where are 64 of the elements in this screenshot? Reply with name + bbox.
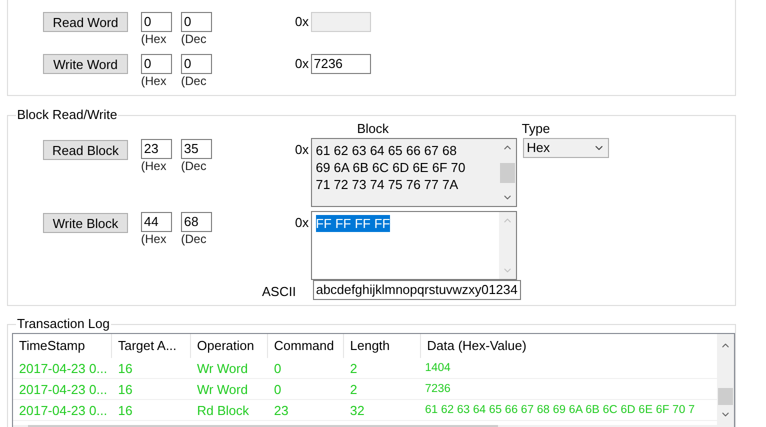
dec-label: (Dec (181, 232, 206, 246)
hex-prefix-label: 0x (295, 143, 309, 157)
dec-label: (Dec (181, 159, 206, 173)
table-cell-text: 16 (117, 402, 134, 420)
table-cell-text: 7236 (424, 382, 451, 397)
dec-input-field[interactable]: 0 (181, 54, 212, 74)
word-value-field[interactable] (310, 12, 371, 32)
table-cell-text: 16 (117, 360, 134, 378)
hex-label: (Hex (141, 232, 166, 246)
column-header[interactable]: TimeStamp (13, 334, 112, 358)
type-label: Type (522, 122, 550, 138)
type-dropdown[interactable]: Hex (522, 138, 609, 158)
hex-prefix-label: 0x (295, 15, 309, 29)
dec-input-field[interactable]: 68 (181, 212, 212, 232)
scrollbar-thumb[interactable] (500, 162, 515, 182)
column-header[interactable]: Length (344, 334, 421, 358)
table-cell-text: 16 (117, 381, 134, 399)
dec-label: (Dec (181, 32, 206, 46)
block-data-line: 71 72 73 74 75 76 77 7A (316, 176, 458, 193)
block-data-line: 61 62 63 64 65 66 67 68 (316, 142, 457, 159)
ascii-label: ASCII (262, 285, 296, 299)
table-cell-text: Rd Block (196, 402, 250, 420)
hex-input-field[interactable]: 23 (141, 139, 172, 159)
block-action-button[interactable]: Write Block (43, 213, 128, 233)
hex-input-field[interactable]: 44 (141, 212, 172, 232)
column-header[interactable]: Operation (191, 334, 268, 358)
hex-input-field[interactable]: 0 (141, 12, 172, 32)
table-cell-text: 23 (273, 402, 290, 420)
hex-input-field[interactable]: 0 (141, 54, 172, 74)
group-title: Transaction Log (16, 316, 111, 332)
block-text-area[interactable]: 61 62 63 64 65 66 67 68 69 6A 6B 6C 6D 6E 6F 70 71 72 73 74 75 76 77 7A (310, 138, 517, 207)
table-cell-text: 1404 (424, 361, 451, 376)
table-cell-text: 2017-04-23 0... (18, 360, 108, 378)
ascii-field[interactable]: abcdefghijklmnopqrstuvwzxy01234 (312, 280, 521, 300)
table-cell-text: Wr Word (196, 381, 249, 399)
table-cell-text: 2017-04-23 0... (18, 381, 108, 399)
vertical-scrollbar[interactable] (717, 334, 734, 425)
table-cell-text: 2 (349, 360, 358, 378)
block-label: Block (357, 122, 389, 138)
table-cell-text: Wr Word (196, 360, 249, 378)
vertical-scrollbar[interactable] (498, 212, 516, 279)
hex-prefix-label: 0x (295, 57, 309, 71)
block-data-line: 69 6A 6B 6C 6D 6E 6F 70 (316, 159, 466, 176)
table-cell-text: 2017-04-23 0... (18, 402, 108, 420)
block-text-area[interactable]: FF FF FF FF (310, 211, 517, 280)
hex-label: (Hex (141, 32, 166, 46)
word-action-button[interactable]: Read Word (43, 12, 128, 32)
dec-input-field[interactable]: 0 (181, 12, 212, 32)
block-action-button[interactable]: Read Block (43, 140, 128, 160)
column-header[interactable]: Command (268, 334, 344, 358)
table-cell-text: 0 (273, 360, 282, 378)
dec-label: (Dec (181, 74, 206, 88)
hex-label: (Hex (141, 159, 166, 173)
word-action-button[interactable]: Write Word (43, 54, 128, 74)
table-cell-text: 0 (273, 381, 282, 399)
dec-input-field[interactable]: 35 (181, 139, 212, 159)
table-cell-text: 61 62 63 64 65 66 67 68 69 6A 6B 6C 6D 6E 6F 70 7 (424, 403, 695, 418)
table-cell-text: 32 (349, 402, 366, 420)
word-value-field[interactable]: 7236 (310, 54, 371, 74)
column-header[interactable]: Target A... (112, 334, 191, 358)
scrollbar-thumb[interactable] (718, 388, 733, 405)
table-cell-text: 2 (349, 381, 358, 399)
hex-label: (Hex (141, 74, 166, 88)
hex-prefix-label: 0x (295, 216, 309, 230)
